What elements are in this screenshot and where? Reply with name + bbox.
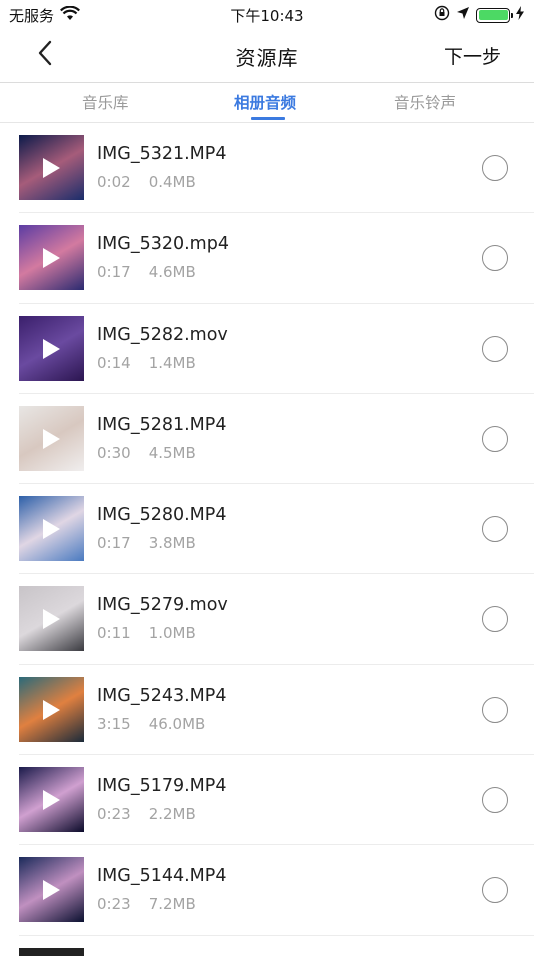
status-bar: 无服务 下午10:43: [0, 0, 534, 30]
select-radio[interactable]: [482, 335, 508, 362]
file-meta: 0:11 1.0MB: [97, 624, 196, 642]
file-size: 1.4MB: [148, 353, 196, 372]
video-thumbnail: [19, 857, 84, 923]
file-duration: 0:17: [97, 534, 131, 553]
file-size: 2.2MB: [148, 805, 196, 824]
carrier-label: 无服务: [9, 6, 55, 25]
navigation-bar: 资源库 下一步: [0, 30, 534, 82]
file-size: 4.6MB: [148, 263, 196, 282]
file-meta: 0:23 2.2MB: [97, 805, 196, 823]
status-left: 无服务: [9, 5, 80, 26]
select-radio[interactable]: [482, 877, 508, 904]
video-thumbnail: [19, 225, 84, 291]
charging-icon: [516, 6, 524, 24]
list-item[interactable]: IMG_5279.mov 0:11 1.0MB: [19, 574, 534, 665]
location-icon: [456, 6, 470, 24]
tab-album-audio[interactable]: 相册音频: [234, 91, 296, 113]
file-size: 1.0MB: [148, 624, 196, 643]
file-meta: 0:17 4.6MB: [97, 263, 196, 281]
file-name: IMG_5144.MP4: [97, 866, 227, 887]
file-size: 46.0MB: [148, 714, 206, 733]
play-icon: [43, 880, 60, 901]
video-thumbnail: [19, 947, 84, 956]
play-icon: [43, 428, 60, 449]
file-size: 4.5MB: [148, 443, 196, 462]
video-thumbnail: [19, 405, 84, 471]
file-duration: 0:23: [97, 805, 131, 824]
video-thumbnail: [19, 676, 84, 742]
file-list: IMG_5321.MP4 0:02 0.4MB IMG_5320.mp4 0:17 4.6…: [0, 123, 534, 956]
list-item[interactable]: IMG_5282.mov 0:14 1.4MB: [19, 304, 534, 394]
file-duration: 0:14: [97, 353, 131, 372]
file-meta: 0:23 7.2MB: [97, 895, 196, 913]
file-name: IMG_5282.mov: [97, 324, 228, 345]
video-thumbnail: [19, 135, 84, 200]
play-icon: [43, 158, 60, 178]
select-radio[interactable]: [482, 155, 508, 181]
list-item[interactable]: IMG_5281.MP4 0:30 4.5MB: [19, 394, 534, 485]
select-radio[interactable]: [482, 425, 508, 452]
orientation-lock-icon: [434, 5, 450, 25]
file-name: IMG_5179.MP4: [97, 776, 227, 797]
tab-ringtones[interactable]: 音乐铃声: [394, 91, 456, 113]
play-icon: [43, 248, 60, 269]
file-meta: 0:30 4.5MB: [97, 444, 196, 462]
file-meta: 0:02 0.4MB: [97, 173, 196, 191]
select-radio[interactable]: [482, 696, 508, 723]
status-right: [434, 5, 524, 25]
battery-icon: [476, 7, 513, 23]
file-name: IMG_5243.MP4: [97, 685, 227, 706]
select-radio[interactable]: [482, 516, 508, 543]
next-step-button[interactable]: 下一步: [444, 42, 501, 69]
file-duration: 0:30: [97, 443, 131, 462]
page-title: 资源库: [235, 45, 299, 70]
file-duration: 3:15: [97, 714, 131, 733]
chevron-left-icon: [37, 40, 53, 70]
file-name: IMG_5320.mp4: [97, 234, 229, 255]
active-tab-indicator: [251, 117, 285, 120]
file-size: 0.4MB: [148, 173, 196, 191]
list-item[interactable]: IMG_5243.MP4 3:15 46.0MB: [19, 665, 534, 756]
play-icon: [43, 699, 60, 720]
wifi-icon: [60, 5, 80, 25]
video-thumbnail: [19, 496, 84, 562]
select-radio[interactable]: [482, 606, 508, 633]
play-icon: [43, 338, 60, 359]
file-name: IMG_5281.MP4: [97, 414, 227, 435]
list-item[interactable]: IMG_5321.MP4 0:02 0.4MB: [19, 123, 534, 214]
video-thumbnail: [19, 586, 84, 652]
file-size: 7.2MB: [148, 895, 196, 914]
tab-music-library[interactable]: 音乐库: [82, 91, 129, 113]
file-meta: 3:15 46.0MB: [97, 715, 205, 733]
play-icon: [43, 519, 60, 540]
select-radio[interactable]: [482, 245, 508, 272]
video-thumbnail: [19, 767, 84, 833]
file-duration: 0:02: [97, 173, 131, 191]
file-meta: 0:17 3.8MB: [97, 534, 196, 552]
list-item[interactable]: IMG_5280.MP4 0:17 3.8MB: [19, 484, 534, 575]
list-item[interactable]: IMG_5144.MP4 0:23 7.2MB: [19, 845, 534, 936]
file-name: IMG_5321.MP4: [97, 144, 227, 164]
file-duration: 0:17: [97, 263, 131, 282]
list-item[interactable]: IMG_5179.MP4 0:23 2.2MB: [19, 755, 534, 846]
play-icon: [43, 609, 60, 630]
list-item-partial[interactable]: [19, 936, 534, 956]
play-icon: [43, 790, 60, 811]
select-radio[interactable]: [482, 787, 508, 814]
file-name: IMG_5280.MP4: [97, 505, 227, 526]
file-meta: 0:14 1.4MB: [97, 354, 196, 372]
list-item[interactable]: IMG_5320.mp4 0:17 4.6MB: [19, 213, 534, 304]
back-button[interactable]: [30, 40, 60, 70]
file-name: IMG_5279.mov: [97, 595, 228, 616]
file-duration: 0:23: [97, 895, 131, 914]
file-size: 3.8MB: [148, 534, 196, 553]
file-duration: 0:11: [97, 624, 131, 643]
video-thumbnail: [19, 315, 84, 381]
